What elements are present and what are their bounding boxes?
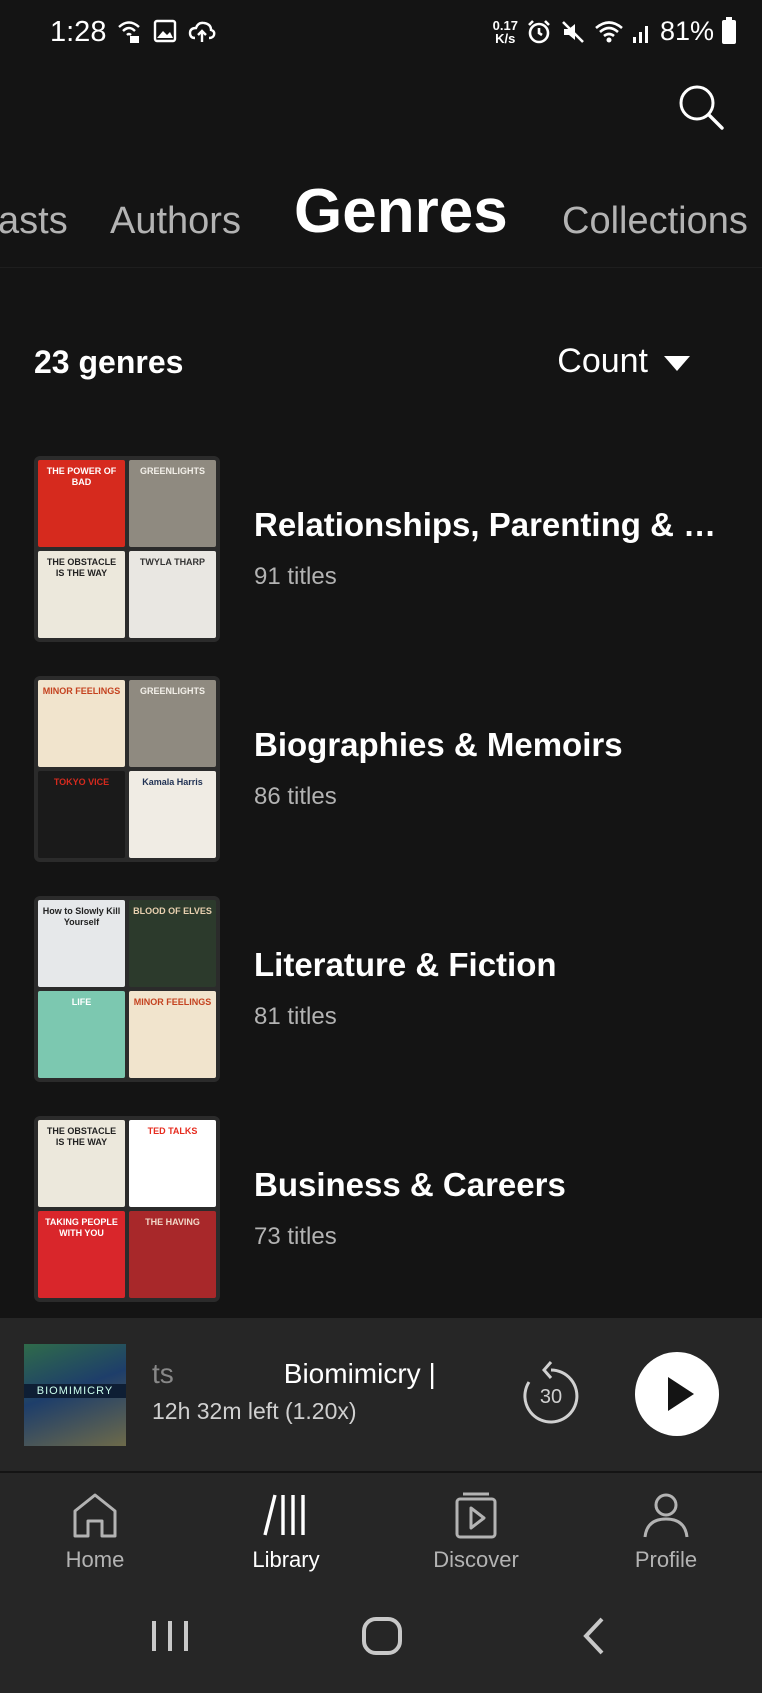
book-cover: GREENLIGHTS bbox=[129, 680, 216, 767]
tab-collections[interactable]: Collections bbox=[562, 200, 748, 243]
genre-row[interactable]: THE POWER OF BAD GREENLIGHTS THE OBSTACL… bbox=[0, 456, 762, 676]
tab-genres[interactable]: Genres bbox=[294, 176, 508, 247]
discover-icon bbox=[455, 1492, 497, 1539]
book-cover: LIFE bbox=[38, 991, 125, 1078]
genre-row[interactable]: THE OBSTACLE IS THE WAY TED TALKS TAKING… bbox=[0, 1116, 762, 1336]
battery-percent: 81% bbox=[659, 16, 714, 46]
now-playing-cover: BIOMIMICRY bbox=[24, 1344, 126, 1446]
book-cover: How to Slowly Kill Yourself bbox=[38, 900, 125, 987]
genre-cover-mosaic: THE OBSTACLE IS THE WAY TED TALKS TAKING… bbox=[34, 1116, 220, 1302]
search-icon[interactable] bbox=[676, 82, 726, 132]
book-cover: TOKYO VICE bbox=[38, 771, 125, 858]
nav-library[interactable]: Library bbox=[216, 1491, 356, 1573]
book-cover: BLOOD OF ELVES bbox=[129, 900, 216, 987]
now-playing-title: ts Biomimicry | bbox=[152, 1358, 436, 1389]
status-time: 1:28 bbox=[50, 16, 107, 48]
genre-name: Biographies & Memoirs bbox=[254, 726, 623, 763]
nav-discover[interactable]: Discover bbox=[406, 1491, 546, 1573]
genre-name: Literature & Fiction bbox=[254, 946, 557, 983]
book-cover: THE OBSTACLE IS THE WAY bbox=[38, 1120, 125, 1207]
tab-authors[interactable]: Authors bbox=[110, 200, 241, 243]
book-cover: THE OBSTACLE IS THE WAY bbox=[38, 551, 125, 638]
genre-cover-mosaic: MINOR FEELINGS GREENLIGHTS TOKYO VICE Ka… bbox=[34, 676, 220, 862]
wifi-calling-icon bbox=[118, 21, 140, 43]
genre-row[interactable]: How to Slowly Kill Yourself BLOOD OF ELV… bbox=[0, 896, 762, 1116]
genre-name: Business & Careers bbox=[254, 1166, 566, 1203]
time-remaining: 12h 32m left (1.20x) bbox=[152, 1398, 357, 1424]
book-cover: TWYLA THARP bbox=[129, 551, 216, 638]
sort-dropdown[interactable]: Count bbox=[557, 342, 690, 381]
alarm-icon bbox=[528, 19, 550, 43]
bottom-nav: Home Library Discover Profile bbox=[0, 1473, 762, 1581]
book-cover: THE POWER OF BAD bbox=[38, 460, 125, 547]
signal-icon bbox=[632, 25, 648, 43]
play-button[interactable] bbox=[635, 1352, 719, 1436]
library-icon bbox=[263, 1494, 305, 1536]
genre-name: Relationships, Parenting & Pe… bbox=[254, 506, 729, 543]
system-nav-bar bbox=[0, 1581, 762, 1693]
recent-apps-icon[interactable] bbox=[140, 1611, 200, 1661]
book-cover: TAKING PEOPLE WITH YOU bbox=[38, 1211, 125, 1298]
book-cover: THE HAVING bbox=[129, 1211, 216, 1298]
book-cover: GREENLIGHTS bbox=[129, 460, 216, 547]
tab-podcasts[interactable]: asts bbox=[0, 200, 68, 243]
genre-count-label: 23 genres bbox=[34, 344, 184, 380]
nav-home[interactable]: Home bbox=[25, 1491, 165, 1573]
book-cover: Kamala Harris bbox=[129, 771, 216, 858]
cloud-upload-icon bbox=[188, 21, 216, 42]
chevron-down-icon bbox=[664, 356, 690, 371]
wifi-icon bbox=[595, 20, 623, 42]
profile-icon bbox=[643, 1493, 689, 1538]
image-icon bbox=[153, 19, 177, 43]
mini-player[interactable]: BIOMIMICRY ts Biomimicry | 12h 32m left (… bbox=[0, 1318, 762, 1471]
svg-text:30: 30 bbox=[540, 1386, 562, 1408]
sort-label: Count bbox=[557, 342, 648, 380]
mute-icon bbox=[562, 20, 584, 43]
book-cover: TED TALKS bbox=[129, 1120, 216, 1207]
back-icon[interactable] bbox=[566, 1611, 626, 1661]
nav-profile[interactable]: Profile bbox=[596, 1491, 736, 1573]
genre-title-count: 73 titles bbox=[254, 1223, 337, 1250]
genre-title-count: 81 titles bbox=[254, 1003, 337, 1030]
book-cover: MINOR FEELINGS bbox=[129, 991, 216, 1078]
battery-icon bbox=[722, 16, 736, 44]
genre-cover-mosaic: How to Slowly Kill Yourself BLOOD OF ELV… bbox=[34, 896, 220, 1082]
library-tabs: asts Authors Genres Collections bbox=[0, 168, 762, 268]
home-button-icon[interactable] bbox=[352, 1611, 412, 1661]
genre-cover-mosaic: THE POWER OF BAD GREENLIGHTS THE OBSTACL… bbox=[34, 456, 220, 642]
genre-list: THE POWER OF BAD GREENLIGHTS THE OBSTACL… bbox=[0, 456, 762, 1336]
book-cover: MINOR FEELINGS bbox=[38, 680, 125, 767]
genre-title-count: 86 titles bbox=[254, 783, 337, 810]
genre-title-count: 91 titles bbox=[254, 563, 337, 590]
home-icon bbox=[73, 1493, 117, 1538]
network-speed: 0.17 K/s bbox=[492, 17, 518, 46]
genre-row[interactable]: MINOR FEELINGS GREENLIGHTS TOKYO VICE Ka… bbox=[0, 676, 762, 896]
rewind-30-icon[interactable]: 30 bbox=[520, 1358, 582, 1426]
status-bar: 1:28 0.17 K/s 81% bbox=[0, 0, 762, 70]
